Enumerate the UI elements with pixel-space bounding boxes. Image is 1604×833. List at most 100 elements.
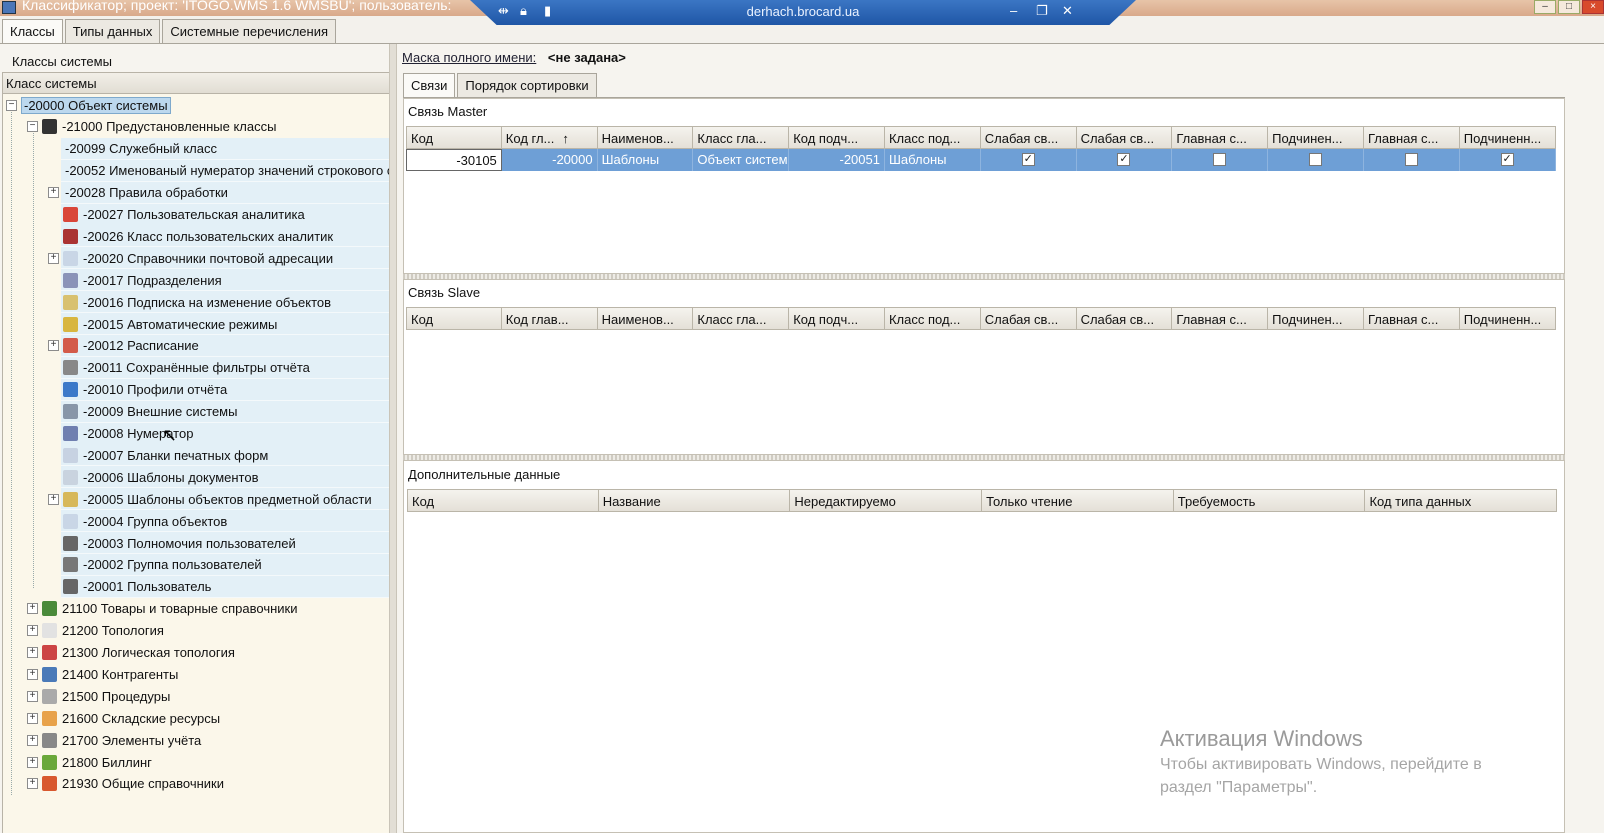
main-code-cell[interactable]: -20000 (501, 149, 598, 171)
column-header[interactable]: Наименов... (597, 307, 694, 330)
column-header[interactable]: Слабая св... (1076, 307, 1173, 330)
expand-icon[interactable]: + (27, 668, 38, 680)
tree-node[interactable]: +21300 Логическая топология (27, 642, 237, 664)
tree-node[interactable]: -20016 Подписка на изменение объектов (48, 291, 333, 313)
expand-icon[interactable]: + (48, 187, 59, 199)
tree-column-header[interactable]: Класс системы (2, 72, 395, 94)
checkbox[interactable] (1213, 153, 1227, 166)
tree-node[interactable]: -20027 Пользовательская аналитика (48, 204, 307, 226)
subtab-1[interactable]: Порядок сортировки (457, 73, 597, 97)
checkbox[interactable]: ✓ (1117, 153, 1131, 166)
tree-node[interactable]: +21700 Элементы учёта (27, 729, 203, 751)
close-button[interactable]: × (1582, 0, 1604, 14)
column-header[interactable]: Класс под... (884, 307, 981, 330)
column-header[interactable]: Код подч... (789, 126, 885, 149)
tree-node[interactable]: -20017 Подразделения (48, 269, 224, 291)
remote-close-icon[interactable]: ✕ (1062, 3, 1073, 19)
tree-node[interactable]: + -20005 Шаблоны объектов предметной обла… (48, 488, 374, 510)
tree-node[interactable]: +21100 Товары и товарные справочники (27, 598, 300, 620)
column-header[interactable]: Код (406, 126, 502, 149)
column-header[interactable]: Только чтение (982, 489, 1174, 512)
checkbox[interactable] (1404, 153, 1418, 166)
column-header[interactable]: Слабая св... (980, 307, 1077, 330)
mask-label-link[interactable]: Маска полного имени: (402, 50, 536, 65)
tree-node[interactable]: +21500 Процедуры (27, 685, 172, 707)
checkbox-cell[interactable] (1172, 149, 1269, 171)
tab-0[interactable]: Классы (2, 19, 63, 44)
column-header[interactable]: Главная с... (1172, 307, 1269, 330)
name-cell[interactable]: Шаблоны (597, 149, 694, 171)
remote-restore-icon[interactable]: ❐ (1036, 3, 1048, 19)
tree-node[interactable]: -20009 Внешние системы (48, 401, 239, 423)
checkbox-cell[interactable]: ✓ (980, 149, 1077, 171)
column-header[interactable]: Требуемость (1173, 489, 1366, 512)
tree-node[interactable]: +21400 Контрагенты (27, 663, 180, 685)
column-header[interactable]: Код (406, 307, 502, 330)
column-header[interactable]: Подчиненн... (1459, 307, 1556, 330)
expand-icon[interactable]: + (27, 603, 38, 615)
column-header[interactable]: Класс гла... (693, 307, 790, 330)
maximize-button[interactable]: □ (1558, 0, 1580, 14)
tree-node[interactable]: -20006 Шаблоны документов (48, 466, 261, 488)
tree-node[interactable]: +21930 Общие справочники (27, 773, 226, 795)
tree-node[interactable]: +21800 Биллинг (27, 751, 154, 773)
tab-2[interactable]: Системные перечисления (162, 19, 337, 43)
remote-minimize-icon[interactable]: – (1010, 3, 1017, 18)
column-header[interactable]: Название (598, 489, 791, 512)
collapse-icon[interactable]: − (27, 121, 38, 133)
expand-icon[interactable]: + (27, 756, 38, 768)
checkbox-cell[interactable] (1268, 149, 1364, 171)
tree-node[interactable]: -20007 Бланки печатных форм (48, 444, 270, 466)
column-header[interactable]: Класс гла... (693, 126, 790, 149)
class-tree[interactable]: − -20000 Объект системы − -21000 Предустано… (2, 94, 395, 833)
tree-node[interactable]: + -20028 Правила обработки (48, 182, 230, 204)
tree-node[interactable]: -20011 Сохранённые фильтры отчёта (48, 357, 312, 379)
tree-node[interactable]: -20003 Полномочия пользователей (48, 532, 298, 554)
checkbox[interactable]: ✓ (1500, 153, 1514, 166)
column-header[interactable]: Главная с... (1363, 126, 1460, 149)
column-header[interactable]: Главная с... (1363, 307, 1460, 330)
expand-icon[interactable]: + (48, 340, 59, 352)
column-header[interactable]: Слабая св... (1076, 126, 1173, 149)
tree-node[interactable]: -20001 Пользователь (48, 576, 213, 598)
tree-node[interactable]: -20010 Профили отчёта (48, 379, 229, 401)
tree-node[interactable]: +21600 Складские ресурсы (27, 707, 222, 729)
checkbox[interactable]: ✓ (1021, 153, 1035, 166)
tree-node[interactable]: -20026 Класс пользовательских аналитик (48, 225, 335, 247)
expand-icon[interactable]: + (27, 690, 38, 702)
expand-icon[interactable]: + (27, 778, 38, 790)
tree-node[interactable]: -20004 Группа объектов (48, 510, 229, 532)
checkbox[interactable] (1309, 153, 1323, 166)
tree-node[interactable]: -20002 Группа пользователей (48, 554, 264, 576)
tab-1[interactable]: Типы данных (64, 19, 161, 43)
minimize-button[interactable]: – (1534, 0, 1556, 14)
column-header[interactable]: Код типа данных (1365, 489, 1558, 512)
tree-node[interactable]: + -20020 Справочники почтовой адресации (48, 247, 335, 269)
table-row[interactable]: -30105 -20000 Шаблоны Объект систем -20051 Ша… (406, 149, 1556, 171)
sub-code-cell[interactable]: -20051 (789, 149, 885, 171)
column-header[interactable]: Подчинен... (1268, 126, 1364, 149)
column-header[interactable]: Главная с... (1172, 126, 1269, 149)
column-header[interactable]: Код (407, 489, 599, 512)
tree-node[interactable]: -20099 Служебный класс (48, 138, 219, 160)
column-header[interactable]: Наименов... (597, 126, 694, 149)
column-header[interactable]: Слабая св... (980, 126, 1077, 149)
column-header[interactable]: Код глав... (501, 307, 598, 330)
column-header[interactable]: Нередактируемо (790, 489, 983, 512)
code-cell[interactable]: -30105 (406, 149, 502, 171)
expand-icon[interactable]: + (27, 625, 38, 637)
checkbox-cell[interactable]: ✓ (1076, 149, 1173, 171)
expand-icon[interactable]: + (27, 712, 38, 724)
expand-icon[interactable]: + (27, 647, 38, 658)
checkbox-cell[interactable] (1363, 149, 1460, 171)
column-header[interactable]: Подчиненн... (1459, 126, 1556, 149)
column-header[interactable]: Код подч... (789, 307, 885, 330)
tree-node[interactable]: +21200 Топология (27, 620, 166, 642)
collapse-icon[interactable]: − (6, 99, 17, 111)
tree-node[interactable]: + -20012 Расписание (48, 335, 201, 357)
subtab-0[interactable]: Связи (403, 73, 456, 97)
tree-node[interactable]: − -21000 Предустановленные классы (27, 116, 278, 138)
column-header[interactable]: Класс под... (884, 126, 981, 149)
column-header[interactable]: Код гл... ↑ (501, 126, 598, 149)
column-header[interactable]: Подчинен... (1268, 307, 1364, 330)
